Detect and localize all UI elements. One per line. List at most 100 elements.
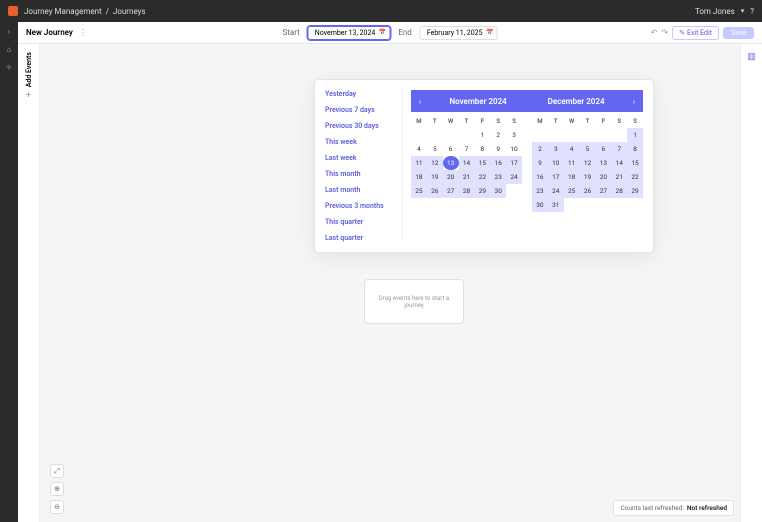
preset-previous-7-days[interactable]: Previous 7 days <box>325 106 398 114</box>
preset-this-week[interactable]: This week <box>325 138 398 146</box>
breadcrumb-parent[interactable]: Journey Management <box>24 7 102 16</box>
calendar-day[interactable]: 8 <box>474 142 490 156</box>
calendar-day[interactable]: 6 <box>595 142 611 156</box>
calendar-day[interactable]: 16 <box>532 170 548 184</box>
calendar-day[interactable]: 26 <box>427 184 443 198</box>
save-button[interactable]: Save <box>723 27 754 39</box>
journey-menu-icon[interactable]: ⋮ <box>79 28 87 37</box>
calendar-day[interactable]: 20 <box>443 170 459 184</box>
calendar-day[interactable]: 9 <box>532 156 548 170</box>
calendar-day[interactable]: 14 <box>611 156 627 170</box>
calendar-day[interactable]: 3 <box>506 128 522 142</box>
breadcrumb-current[interactable]: Journeys <box>113 7 146 16</box>
rail-expand-icon[interactable]: › <box>4 26 14 36</box>
undo-icon[interactable]: ↶ <box>651 28 658 37</box>
calendar-day[interactable]: 4 <box>411 142 427 156</box>
calendar-day[interactable]: 13 <box>443 156 459 170</box>
add-events-panel[interactable]: Add Events + <box>18 44 40 522</box>
calendar-day[interactable]: 27 <box>443 184 459 198</box>
preset-yesterday[interactable]: Yesterday <box>325 90 398 98</box>
preset-this-quarter[interactable]: This quarter <box>325 218 398 226</box>
calendar-day[interactable]: 30 <box>490 184 506 198</box>
start-date-input[interactable]: November 13, 2024 📅 <box>308 26 391 40</box>
chart-icon[interactable]: ▥ <box>747 52 756 62</box>
calendar-day[interactable]: 21 <box>611 170 627 184</box>
calendar-day[interactable]: 30 <box>532 198 548 212</box>
calendar-day[interactable]: 25 <box>411 184 427 198</box>
calendar-day[interactable]: 7 <box>459 142 475 156</box>
preset-previous-30-days[interactable]: Previous 30 days <box>325 122 398 130</box>
calendar-day[interactable]: 9 <box>490 142 506 156</box>
redo-icon[interactable]: ↷ <box>661 28 668 37</box>
calendar-day[interactable]: 29 <box>627 184 643 198</box>
calendar-day[interactable]: 15 <box>474 156 490 170</box>
plus-icon[interactable]: + <box>26 91 31 101</box>
calendar-day[interactable]: 12 <box>580 156 596 170</box>
preset-last-week[interactable]: Last week <box>325 154 398 162</box>
calendar-day[interactable]: 1 <box>627 128 643 142</box>
journey-icon[interactable]: ✧ <box>4 62 14 72</box>
toolbar: New Journey ⋮ Start November 13, 2024 📅 … <box>18 22 762 44</box>
calendar-day[interactable]: 11 <box>411 156 427 170</box>
calendar-day[interactable]: 13 <box>595 156 611 170</box>
calendar-day[interactable]: 8 <box>627 142 643 156</box>
calendar-day[interactable]: 17 <box>506 156 522 170</box>
prev-month-icon[interactable]: ‹ <box>411 97 429 106</box>
calendar-day[interactable]: 23 <box>490 170 506 184</box>
calendar-day <box>564 128 580 142</box>
preset-previous-3-months[interactable]: Previous 3 months <box>325 202 398 210</box>
calendar-day[interactable]: 18 <box>564 170 580 184</box>
right-panel[interactable]: ▥ <box>740 44 762 522</box>
home-icon[interactable]: ⌂ <box>4 44 14 54</box>
calendar-day[interactable]: 23 <box>532 184 548 198</box>
calendar-day[interactable]: 11 <box>564 156 580 170</box>
event-dropzone[interactable]: Drag events here to start a journey <box>364 279 464 324</box>
dow-label: S <box>506 118 522 125</box>
calendar-day[interactable]: 12 <box>427 156 443 170</box>
calendar-day[interactable]: 31 <box>548 198 564 212</box>
calendar-day[interactable]: 22 <box>474 170 490 184</box>
calendar-day[interactable]: 2 <box>532 142 548 156</box>
calendar-day[interactable]: 19 <box>427 170 443 184</box>
zoom-out-icon[interactable]: ⊖ <box>50 500 64 514</box>
calendar-day[interactable]: 2 <box>490 128 506 142</box>
calendar-day[interactable]: 1 <box>474 128 490 142</box>
calendar-day[interactable]: 27 <box>595 184 611 198</box>
fit-icon[interactable]: ⤢ <box>50 464 64 478</box>
help-icon[interactable]: ? <box>750 7 754 16</box>
zoom-in-icon[interactable]: ⊕ <box>50 482 64 496</box>
calendar-day[interactable]: 17 <box>548 170 564 184</box>
end-date-input[interactable]: February 11, 2025 📅 <box>420 26 498 40</box>
calendar-day[interactable]: 29 <box>474 184 490 198</box>
calendar-day[interactable]: 26 <box>580 184 596 198</box>
calendar-day[interactable]: 10 <box>548 156 564 170</box>
calendar-day[interactable]: 14 <box>459 156 475 170</box>
preset-last-month[interactable]: Last month <box>325 186 398 194</box>
calendar-day[interactable]: 28 <box>611 184 627 198</box>
calendar-day[interactable]: 20 <box>595 170 611 184</box>
calendar-day[interactable]: 5 <box>427 142 443 156</box>
calendar-day[interactable]: 28 <box>459 184 475 198</box>
calendar-day[interactable]: 25 <box>564 184 580 198</box>
calendar-day[interactable]: 15 <box>627 156 643 170</box>
calendar-day[interactable]: 21 <box>459 170 475 184</box>
calendar-day[interactable]: 16 <box>490 156 506 170</box>
calendar-day[interactable]: 5 <box>580 142 596 156</box>
calendar-day[interactable]: 19 <box>580 170 596 184</box>
calendar-day[interactable]: 3 <box>548 142 564 156</box>
calendar-day[interactable]: 24 <box>506 170 522 184</box>
exit-edit-button[interactable]: ✎ Exit Edit <box>672 26 719 40</box>
calendar-day[interactable]: 18 <box>411 170 427 184</box>
calendar-day <box>595 128 611 142</box>
calendar-day[interactable]: 4 <box>564 142 580 156</box>
calendar-day[interactable]: 6 <box>443 142 459 156</box>
preset-this-month[interactable]: This month <box>325 170 398 178</box>
user-menu[interactable]: Tom Jones ▾ ? <box>695 7 754 16</box>
next-month-icon[interactable]: › <box>625 97 643 106</box>
calendar-day[interactable]: 7 <box>611 142 627 156</box>
calendar-day[interactable]: 22 <box>627 170 643 184</box>
calendar-day[interactable]: 24 <box>548 184 564 198</box>
preset-last-quarter[interactable]: Last quarter <box>325 234 398 242</box>
journey-title[interactable]: New Journey <box>26 28 73 37</box>
calendar-day[interactable]: 10 <box>506 142 522 156</box>
